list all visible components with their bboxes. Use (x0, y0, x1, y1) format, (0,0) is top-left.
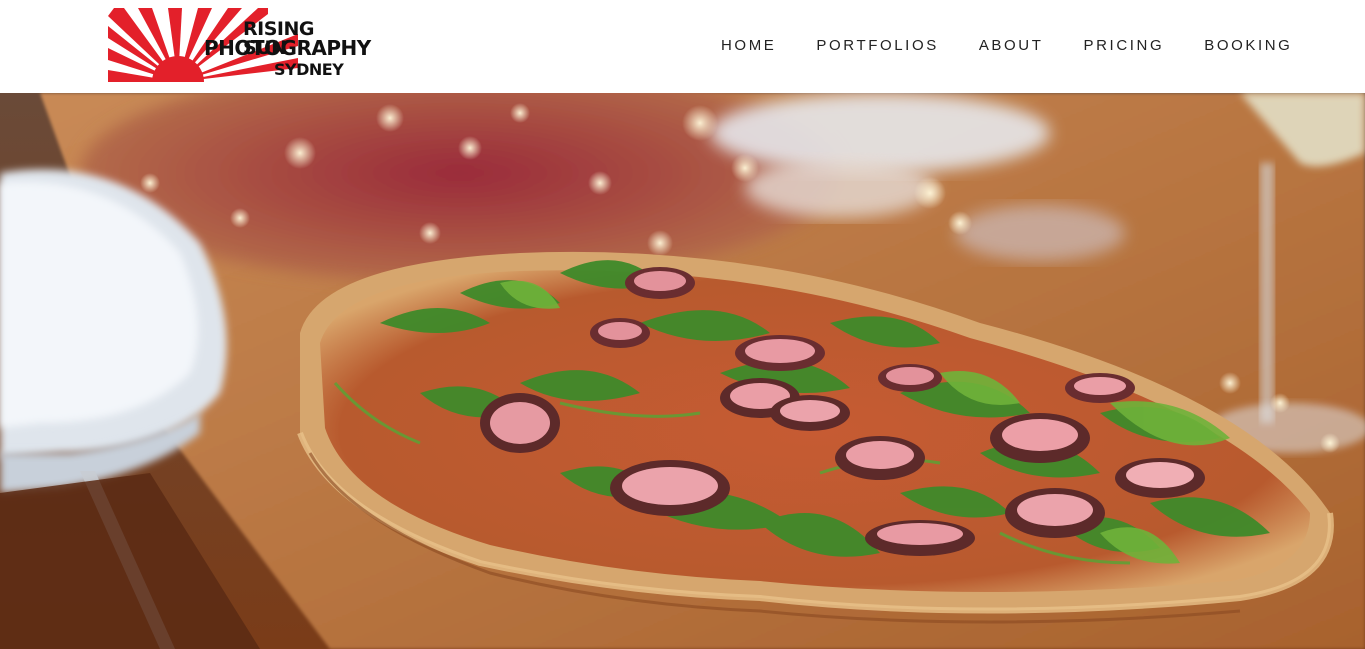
nav-about[interactable]: ABOUT (979, 37, 1044, 55)
logo-line-3: SYDNEY (274, 60, 344, 79)
nav-pricing[interactable]: PRICING (1084, 37, 1165, 55)
site-header: RISING SUN PHOTOGRAPHY SYDNEY HOME PORTF… (0, 0, 1365, 93)
nav-booking[interactable]: BOOKING (1204, 37, 1292, 55)
hero-image (0, 93, 1365, 649)
main-nav: HOME PORTFOLIOS ABOUT PRICING BOOKING (721, 37, 1292, 55)
nav-portfolios[interactable]: PORTFOLIOS (816, 37, 938, 55)
site-logo[interactable]: RISING SUN PHOTOGRAPHY SYDNEY (108, 8, 371, 84)
nav-home[interactable]: HOME (721, 37, 776, 55)
logo-line-2: PHOTOGRAPHY (204, 36, 371, 60)
pizza-photo (0, 93, 1365, 649)
